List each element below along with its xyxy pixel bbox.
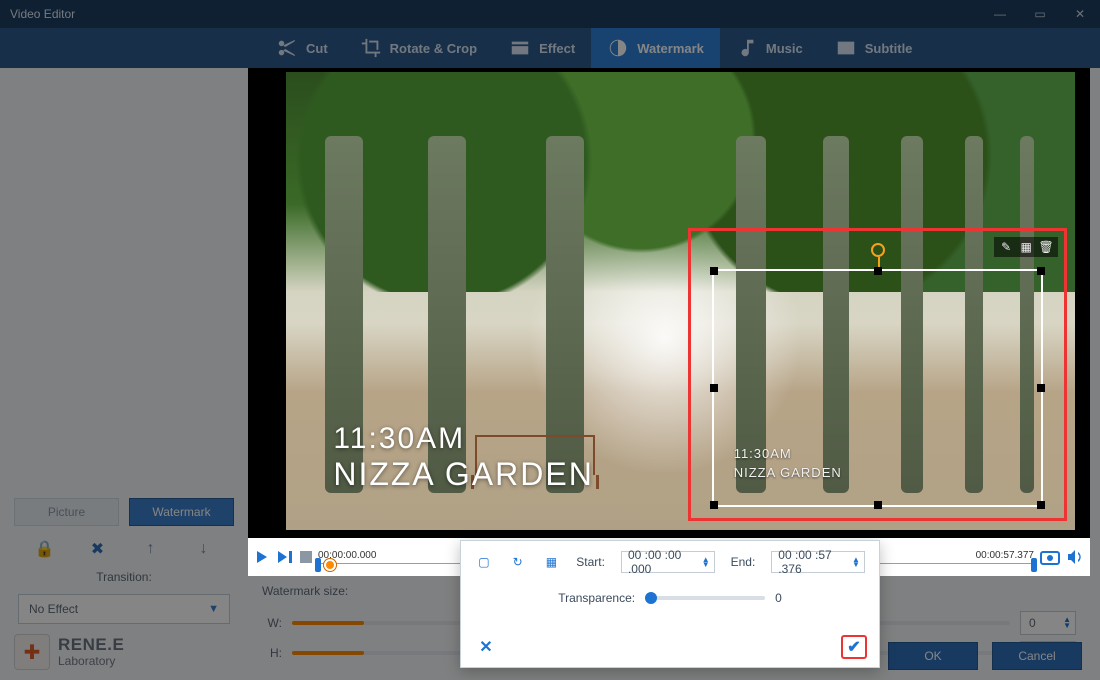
edit-icon[interactable]: ✎ — [999, 240, 1013, 254]
time-right: 00:00:57.377 — [976, 550, 1034, 561]
brand-logo: ✚ RENE.ELaboratory — [0, 624, 248, 680]
ok-button[interactable]: OK — [888, 642, 978, 670]
tab-strip: Cut Rotate & Crop Effect Watermark Music… — [0, 28, 1100, 68]
transparency-slider[interactable] — [645, 596, 765, 600]
grid-icon[interactable]: ▦ — [543, 552, 561, 572]
rotate-handle-icon[interactable] — [871, 243, 885, 257]
start-label: Start: — [576, 555, 605, 569]
app-title: Video Editor — [10, 7, 75, 21]
crop-icon — [360, 37, 382, 59]
transition-label: Transition: — [18, 570, 230, 584]
transparency-value: 0 — [775, 591, 782, 605]
end-label: End: — [731, 555, 756, 569]
move-down-icon[interactable]: ↓ — [193, 540, 215, 558]
transition-select[interactable]: No Effect ▼ — [18, 594, 230, 624]
titlebar: Video Editor — ▭ ✕ — [0, 0, 1100, 28]
popup-cancel-icon[interactable]: ✕ — [473, 635, 499, 659]
start-time-input[interactable]: 00 :00 :00 .000 ▲▼ — [621, 551, 715, 573]
resize-handle[interactable] — [874, 267, 882, 275]
resize-handle[interactable] — [710, 267, 718, 275]
close-icon[interactable]: ✕ — [1060, 0, 1100, 28]
popup-confirm-icon[interactable]: ✔ — [841, 635, 867, 659]
effect-icon — [509, 37, 531, 59]
end-time-input[interactable]: 00 :00 :57 .376 ▲▼ — [771, 551, 865, 573]
maximize-icon[interactable]: ▭ — [1020, 0, 1060, 28]
video-preview[interactable]: 11:30AM NIZZA GARDEN ✎ ▦ 🗑 — [248, 68, 1090, 538]
music-icon — [736, 37, 758, 59]
sidebar: Picture Watermark 🔒 ✖ ↑ ↓ Transition: No… — [0, 68, 248, 680]
remove-icon[interactable]: ✖ — [87, 539, 109, 559]
tab-cut[interactable]: Cut — [260, 28, 344, 68]
refresh-icon[interactable]: ↻ — [509, 552, 527, 572]
volume-icon[interactable] — [1066, 549, 1084, 565]
tab-rotate-crop[interactable]: Rotate & Crop — [344, 28, 493, 68]
chevron-down-icon: ▼ — [208, 603, 219, 615]
marker-icon[interactable]: ▢ — [475, 552, 493, 572]
move-up-icon[interactable]: ↑ — [140, 540, 162, 558]
stop-icon[interactable] — [300, 551, 312, 563]
watermark-box[interactable]: 11:30AM NIZZA GARDEN — [712, 269, 1043, 507]
preview-caption: 11:30AM NIZZA GARDEN — [333, 422, 593, 493]
tab-watermark[interactable]: Watermark — [591, 28, 720, 68]
resize-handle[interactable] — [710, 384, 718, 392]
width-spinner[interactable]: 0▲▼ — [1020, 611, 1076, 635]
resize-handle[interactable] — [1037, 267, 1045, 275]
tab-subtitle[interactable]: Subtitle — [819, 28, 929, 68]
resize-handle[interactable] — [1037, 501, 1045, 509]
scissors-icon — [276, 37, 298, 59]
playhead[interactable] — [324, 559, 336, 571]
image-icon[interactable]: ▦ — [1019, 240, 1033, 254]
range-end-handle[interactable] — [1031, 558, 1037, 572]
resize-handle[interactable] — [1037, 384, 1045, 392]
picture-button[interactable]: Picture — [14, 498, 119, 526]
resize-handle[interactable] — [874, 501, 882, 509]
watermark-button[interactable]: Watermark — [129, 498, 234, 526]
play-icon[interactable] — [254, 549, 270, 565]
minimize-icon[interactable]: — — [980, 0, 1020, 28]
watermark-timing-popup: ▢ ↻ ▦ Start: 00 :00 :00 .000 ▲▼ End: 00 … — [460, 540, 880, 668]
cancel-button[interactable]: Cancel — [992, 642, 1082, 670]
subtitle-icon — [835, 37, 857, 59]
watermark-icon — [607, 37, 629, 59]
tab-music[interactable]: Music — [720, 28, 819, 68]
transparency-label: Transparence: — [558, 591, 635, 605]
logo-badge-icon: ✚ — [14, 634, 50, 670]
lock-icon[interactable]: 🔒 — [34, 539, 56, 559]
range-start-handle[interactable] — [315, 558, 321, 572]
snapshot-icon[interactable] — [1040, 549, 1060, 565]
tab-effect[interactable]: Effect — [493, 28, 591, 68]
resize-handle[interactable] — [710, 501, 718, 509]
delete-icon[interactable]: 🗑 — [1039, 240, 1053, 254]
play-range-icon[interactable] — [276, 549, 294, 565]
watermark-toolbar: ✎ ▦ 🗑 — [994, 237, 1058, 257]
